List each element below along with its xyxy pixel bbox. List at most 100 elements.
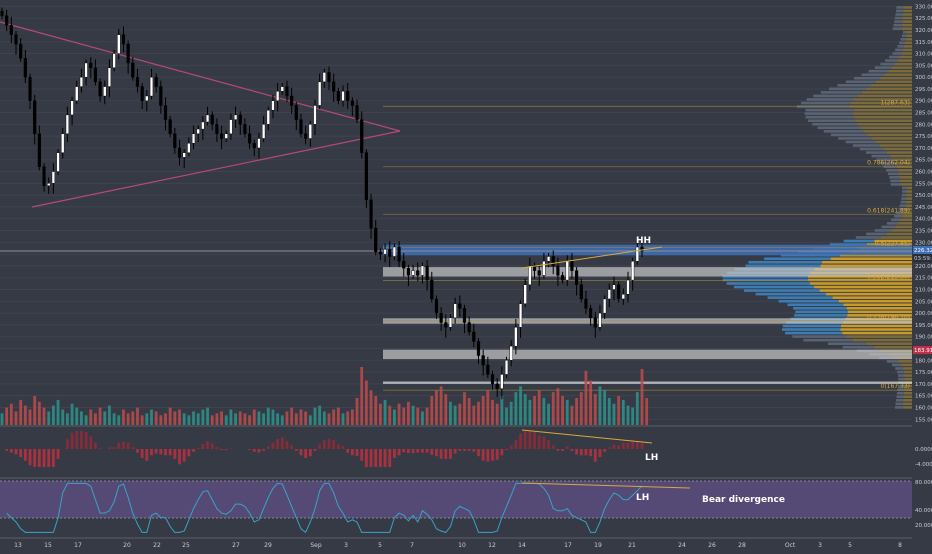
macd-bar — [449, 449, 452, 459]
price-tick-label: 195.00 — [915, 323, 932, 329]
profile-bar — [889, 176, 899, 179]
profile-bar — [907, 190, 912, 193]
candle-body — [52, 172, 55, 184]
volume-bar — [178, 410, 181, 425]
profile-bar — [808, 119, 855, 122]
candle-body — [122, 35, 125, 44]
volume-bar — [384, 400, 387, 425]
volume-bar — [150, 410, 153, 425]
profile-bar — [895, 49, 903, 52]
macd-bar — [300, 449, 303, 455]
time-tick-label: 8 — [898, 542, 902, 549]
candle-body — [276, 91, 279, 100]
macd-bar — [192, 449, 195, 452]
profile-bar — [880, 77, 912, 80]
zone-band — [383, 267, 912, 276]
volume-bar — [608, 398, 611, 425]
macd-bar — [314, 449, 317, 451]
volume-bar — [472, 406, 475, 425]
price-tick-label: 305.00 — [915, 63, 932, 69]
profile-bar — [848, 311, 912, 314]
profile-bar — [899, 42, 905, 45]
macd-bar — [33, 449, 36, 467]
volume-bar — [454, 406, 457, 425]
volume-bar — [136, 408, 139, 425]
candle-body — [631, 261, 634, 280]
candle-body — [183, 153, 186, 158]
profile-bar — [886, 169, 898, 172]
profile-bar — [866, 342, 912, 345]
candle-body — [43, 167, 46, 186]
candle-body — [636, 247, 639, 261]
chart-canvas[interactable]: 1(287.63)0.786(262.04)0.618(241.89)0.5(2… — [0, 0, 932, 550]
profile-bar — [897, 45, 904, 48]
trading-chart[interactable]: 1(287.63)0.786(262.04)0.618(241.89)0.5(2… — [0, 0, 932, 550]
volume-bar — [617, 396, 620, 425]
profile-bar — [900, 180, 912, 183]
candle-body — [430, 280, 433, 299]
candle-body — [542, 261, 545, 275]
volume-bar — [402, 408, 405, 425]
volume-bar — [300, 410, 303, 425]
macd-bar — [416, 449, 419, 453]
macd-bar — [566, 446, 569, 449]
profile-bar — [813, 95, 857, 98]
macd-bar — [472, 449, 475, 452]
volume-bar — [458, 404, 461, 425]
profile-bar — [903, 403, 912, 406]
volume-bar — [262, 413, 265, 425]
macd-bar — [580, 449, 583, 455]
macd-bar — [505, 449, 508, 450]
volume-bar — [281, 415, 284, 425]
profile-bar — [871, 137, 912, 140]
volume-bar — [393, 410, 396, 425]
volume-bar — [113, 413, 116, 425]
price-tick-label: 155.00 — [915, 417, 932, 423]
time-tick-label: 17 — [74, 542, 82, 549]
profile-bar — [880, 144, 912, 147]
candle-body — [360, 120, 363, 153]
macd-bar — [332, 440, 335, 449]
macd-bar — [131, 447, 134, 449]
macd-bar — [127, 443, 130, 449]
volume-bar — [342, 413, 345, 425]
macd-bar — [80, 431, 83, 449]
volume-bar — [286, 411, 289, 425]
profile-bar — [887, 233, 912, 236]
volume-bar — [10, 404, 13, 425]
volume-bar — [388, 406, 391, 425]
candle-body — [281, 87, 284, 92]
time-tick-label: 28 — [738, 542, 746, 549]
volume-bar — [547, 404, 550, 425]
macd-bar — [201, 444, 204, 449]
macd-bar — [24, 449, 27, 461]
macd-bar — [627, 443, 630, 449]
volume-bar — [108, 406, 111, 425]
volume-bar — [290, 408, 293, 425]
volume-bar — [360, 367, 363, 425]
profile-bar — [727, 282, 810, 285]
candle-body — [197, 129, 200, 134]
profile-bar — [889, 56, 899, 59]
profile-bar — [837, 84, 871, 87]
macd-bar — [122, 442, 125, 449]
volume-bar — [211, 415, 214, 425]
price-tick-label: 275.00 — [915, 134, 932, 140]
volume-bar — [99, 408, 102, 425]
secondary-label: 183.91 — [914, 348, 932, 354]
candle-body — [136, 77, 139, 86]
volume-bar — [173, 411, 176, 425]
macd-bar — [85, 432, 88, 449]
candle-body — [314, 105, 317, 124]
volume-bar — [365, 381, 368, 425]
profile-bar — [875, 66, 892, 69]
volume-bar — [594, 394, 597, 425]
volume-bar — [500, 396, 503, 425]
fib-label: 0.786(262.04) — [867, 160, 910, 167]
price-tick-label: 255.00 — [915, 181, 932, 187]
volume-bar — [631, 408, 634, 425]
profile-bar — [880, 63, 894, 66]
time-tick-label: 12 — [488, 542, 496, 549]
volume-bar — [645, 398, 648, 425]
profile-bar — [903, 6, 912, 9]
